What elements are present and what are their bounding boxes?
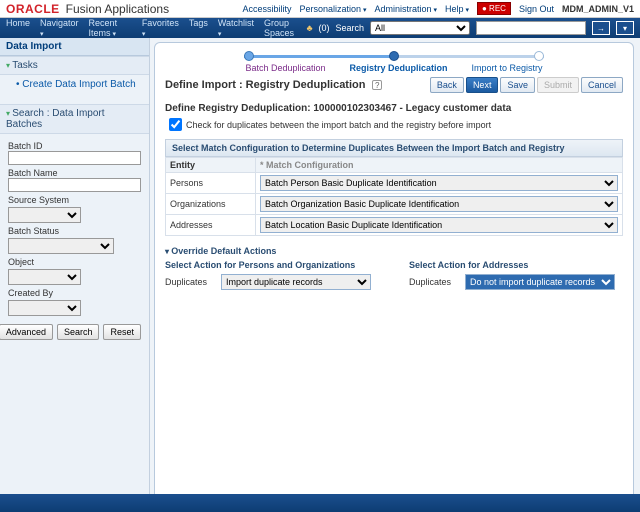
label-source-system: Source System xyxy=(8,195,141,205)
train-label-2[interactable]: Registry Deduplication xyxy=(350,63,448,73)
back-button[interactable]: Back xyxy=(430,77,464,93)
menu-watchlist[interactable]: Watchlist xyxy=(218,18,254,38)
personalization-menu[interactable]: Personalization xyxy=(300,4,367,14)
tasks-section-header[interactable]: Tasks xyxy=(0,56,149,75)
menu-tags[interactable]: Tags xyxy=(189,18,208,38)
submit-button: Submit xyxy=(537,77,579,93)
select-addresses-config[interactable]: Batch Location Basic Duplicate Identific… xyxy=(260,217,618,233)
help-menu[interactable]: Help xyxy=(445,4,469,14)
footer-bar xyxy=(0,494,640,512)
duplicates-label-left: Duplicates xyxy=(165,277,215,287)
sidebar-title: Data Import xyxy=(0,38,149,56)
train-label-1[interactable]: Batch Deduplication xyxy=(245,63,325,73)
help-icon[interactable]: ? xyxy=(372,80,382,90)
notification-count[interactable]: (0) xyxy=(318,23,329,33)
dedup-checkbox[interactable] xyxy=(169,118,182,131)
train-stop-2[interactable] xyxy=(389,51,399,61)
search-button[interactable]: Search xyxy=(57,324,100,340)
main-card: Batch Deduplication Registry Deduplicati… xyxy=(154,42,634,508)
menu-navigator[interactable]: Navigator xyxy=(40,18,79,38)
match-panel-header: Select Match Configuration to Determine … xyxy=(165,139,623,157)
administration-menu[interactable]: Administration xyxy=(375,4,438,14)
label-batch-status: Batch Status xyxy=(8,226,141,236)
col-config: * Match Configuration xyxy=(256,158,623,173)
search-options-button[interactable]: ▾ xyxy=(616,21,634,35)
notification-icon[interactable]: ♣ xyxy=(307,23,313,33)
global-search-input[interactable] xyxy=(476,21,586,35)
select-batch-status[interactable] xyxy=(8,238,114,254)
accessibility-link[interactable]: Accessibility xyxy=(242,4,291,14)
search-go-button[interactable]: → xyxy=(592,21,610,35)
brand-bar: ORACLE Fusion Applications Accessibility… xyxy=(0,0,640,18)
page-title: Define Import : Registry Deduplication xyxy=(165,79,365,91)
override-left-header: Select Action for Persons and Organizati… xyxy=(165,260,379,270)
select-persons-config[interactable]: Batch Person Basic Duplicate Identificat… xyxy=(260,175,618,191)
train-stop-1[interactable] xyxy=(244,51,254,61)
oracle-logo: ORACLE xyxy=(6,2,60,16)
sidebar: Data Import Tasks Create Data Import Bat… xyxy=(0,38,150,512)
select-orgs-config[interactable]: Batch Organization Basic Duplicate Ident… xyxy=(260,196,618,212)
cancel-button[interactable]: Cancel xyxy=(581,77,623,93)
search-section-header[interactable]: Search : Data Import Batches xyxy=(0,104,149,134)
select-created-by[interactable] xyxy=(8,300,81,316)
save-button[interactable]: Save xyxy=(500,77,535,93)
select-address-action[interactable]: Do not import duplicate records xyxy=(465,274,615,290)
select-object[interactable] xyxy=(8,269,81,285)
entity-persons: Persons xyxy=(166,173,256,194)
train-label-3[interactable]: Import to Registry xyxy=(472,63,543,73)
duplicates-label-right: Duplicates xyxy=(409,277,459,287)
app-name: Fusion Applications xyxy=(66,2,169,16)
label-object: Object xyxy=(8,257,141,267)
entity-addresses: Addresses xyxy=(166,215,256,236)
menu-recent[interactable]: Recent Items xyxy=(89,18,132,38)
col-entity: Entity xyxy=(166,158,256,173)
section-heading: Define Registry Deduplication: 100000102… xyxy=(165,103,623,114)
override-right-header: Select Action for Addresses xyxy=(409,260,623,270)
train-widget xyxy=(165,51,623,61)
train-stop-3[interactable] xyxy=(534,51,544,61)
advanced-button[interactable]: Advanced xyxy=(0,324,53,340)
search-scope-select[interactable]: All xyxy=(370,21,470,35)
user-name: MDM_ADMIN_V1 xyxy=(562,4,634,14)
menu-spaces[interactable]: Group Spaces xyxy=(264,18,307,38)
label-batch-name: Batch Name xyxy=(8,168,141,178)
override-heading[interactable]: Override Default Actions xyxy=(165,246,623,256)
task-create-batch[interactable]: Create Data Import Batch xyxy=(0,75,149,94)
input-batch-name[interactable] xyxy=(8,178,141,192)
reset-button[interactable]: Reset xyxy=(103,324,141,340)
menu-favorites[interactable]: Favorites xyxy=(142,18,179,38)
next-button[interactable]: Next xyxy=(466,77,499,93)
match-config-table: Entity* Match Configuration PersonsBatch… xyxy=(165,157,623,236)
search-label: Search xyxy=(335,23,364,33)
select-source-system[interactable] xyxy=(8,207,81,223)
entity-orgs: Organizations xyxy=(166,194,256,215)
dedup-checkbox-label: Check for duplicates between the import … xyxy=(186,120,491,130)
menu-bar: Home Navigator Recent Items Favorites Ta… xyxy=(0,18,640,38)
rec-badge: ● REC xyxy=(477,2,511,15)
menu-home[interactable]: Home xyxy=(6,18,30,38)
sign-out-link[interactable]: Sign Out xyxy=(519,4,554,14)
label-created-by: Created By xyxy=(8,288,141,298)
input-batch-id[interactable] xyxy=(8,151,141,165)
select-person-org-action[interactable]: Import duplicate records xyxy=(221,274,371,290)
label-batch-id: Batch ID xyxy=(8,141,141,151)
